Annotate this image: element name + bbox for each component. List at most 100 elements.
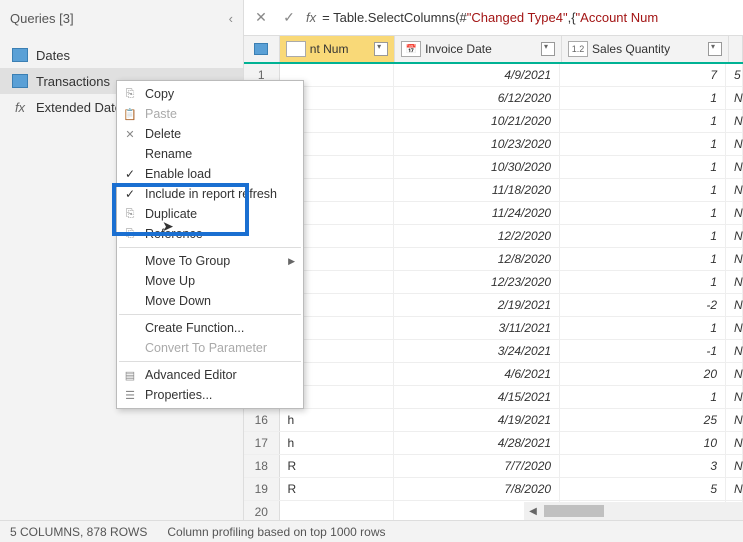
cell-invoice-date[interactable]: 4/15/2021 [394, 386, 560, 408]
menu-item-create-function[interactable]: Create Function... [117, 318, 303, 338]
cell-sales-quantity[interactable]: -1 [560, 340, 726, 362]
cell-partial[interactable]: N [726, 478, 743, 500]
cell-sales-quantity[interactable]: 1 [560, 156, 726, 178]
menu-item-advanced-editor[interactable]: ▤Advanced Editor [117, 365, 303, 385]
cell-sales-quantity[interactable]: 1 [560, 248, 726, 270]
cancel-formula-icon[interactable]: ✕ [250, 7, 272, 29]
table-row[interactable]: 12/2/20201N [244, 225, 743, 248]
table-row[interactable]: 3/24/2021-1N [244, 340, 743, 363]
type-icon[interactable]: 1.2 [568, 41, 588, 57]
cell-invoice-date[interactable]: 4/28/2021 [394, 432, 560, 454]
table-row[interactable]: 17h4/28/202110N [244, 432, 743, 455]
menu-item-move-up[interactable]: Move Up [117, 271, 303, 291]
table-row[interactable]: 4/6/202120N [244, 363, 743, 386]
cell-invoice-date[interactable]: 11/24/2020 [394, 202, 560, 224]
cell-account-num[interactable]: R [280, 455, 395, 477]
cell-partial[interactable]: N [726, 386, 743, 408]
cell-partial[interactable]: N [726, 340, 743, 362]
cell-partial[interactable]: N [726, 179, 743, 201]
scroll-left-icon[interactable]: ◀ [524, 502, 542, 520]
menu-item-rename[interactable]: Rename [117, 144, 303, 164]
menu-item-delete[interactable]: ✕Delete [117, 124, 303, 144]
cell-invoice-date[interactable]: 10/30/2020 [394, 156, 560, 178]
cell-sales-quantity[interactable]: 7 [560, 64, 726, 86]
cell-partial[interactable]: N [726, 363, 743, 385]
cell-sales-quantity[interactable]: 1 [560, 179, 726, 201]
cell-partial[interactable]: N [726, 110, 743, 132]
cell-partial[interactable]: N [726, 294, 743, 316]
cell-invoice-date[interactable]: 12/23/2020 [394, 271, 560, 293]
menu-item-duplicate[interactable]: ⎘Duplicate [117, 204, 303, 224]
filter-dropdown-icon[interactable] [541, 42, 555, 56]
formula-text[interactable]: = Table.SelectColumns(#"Changed Type4",{… [322, 10, 737, 26]
cell-partial[interactable]: N [726, 156, 743, 178]
cell-sales-quantity[interactable]: 3 [560, 455, 726, 477]
type-icon[interactable] [286, 41, 306, 57]
cell-partial[interactable]: N [726, 432, 743, 454]
row-number[interactable]: 16 [244, 409, 280, 431]
cell-invoice-date[interactable]: 3/11/2021 [394, 317, 560, 339]
table-row[interactable]: 16h4/19/202125N [244, 409, 743, 432]
column-header-account-num[interactable]: nt Num [280, 36, 395, 62]
row-number-header[interactable] [244, 36, 280, 62]
table-row[interactable]: 14/9/202175 [244, 64, 743, 87]
table-row[interactable]: 6/12/20201N [244, 87, 743, 110]
cell-invoice-date[interactable]: 4/6/2021 [394, 363, 560, 385]
table-row[interactable]: 11/24/20201N [244, 202, 743, 225]
row-number[interactable]: 17 [244, 432, 280, 454]
cell-sales-quantity[interactable]: 1 [560, 225, 726, 247]
type-icon[interactable]: 📅 [401, 41, 421, 57]
cell-account-num[interactable]: h [280, 432, 395, 454]
cell-sales-quantity[interactable]: 1 [560, 110, 726, 132]
menu-item-move-down[interactable]: Move Down [117, 291, 303, 311]
cell-invoice-date[interactable]: 4/9/2021 [394, 64, 560, 86]
menu-item-copy[interactable]: ⎘Copy [117, 84, 303, 104]
table-row[interactable]: 15h4/15/20211N [244, 386, 743, 409]
cell-partial[interactable]: N [726, 87, 743, 109]
cell-partial[interactable]: N [726, 248, 743, 270]
cell-invoice-date[interactable]: 10/23/2020 [394, 133, 560, 155]
table-row[interactable]: 18R7/7/20203N [244, 455, 743, 478]
row-number[interactable]: 18 [244, 455, 280, 477]
accept-formula-icon[interactable]: ✓ [278, 7, 300, 29]
cell-sales-quantity[interactable]: 5 [560, 478, 726, 500]
cell-partial[interactable]: N [726, 317, 743, 339]
cell-invoice-date[interactable]: 2/19/2021 [394, 294, 560, 316]
filter-dropdown-icon[interactable] [708, 42, 722, 56]
cell-invoice-date[interactable]: 7/8/2020 [394, 478, 560, 500]
table-row[interactable]: 2/19/2021-2N [244, 294, 743, 317]
column-header-sales-quantity[interactable]: 1.2 Sales Quantity [562, 36, 729, 62]
cell-partial[interactable]: N [726, 271, 743, 293]
menu-item-properties[interactable]: ☰Properties... [117, 385, 303, 405]
cell-partial[interactable]: N [726, 202, 743, 224]
cell-account-num[interactable]: h [280, 409, 395, 431]
cell-sales-quantity[interactable]: 1 [560, 133, 726, 155]
menu-item-reference[interactable]: ⎘Reference [117, 224, 303, 244]
cell-invoice-date[interactable]: 12/8/2020 [394, 248, 560, 270]
cell-invoice-date[interactable]: 4/19/2021 [394, 409, 560, 431]
query-item-dates[interactable]: Dates [0, 42, 243, 68]
cell-invoice-date[interactable]: 10/21/2020 [394, 110, 560, 132]
scroll-thumb[interactable] [544, 505, 604, 517]
horizontal-scrollbar[interactable]: ◀ [524, 502, 743, 520]
cell-sales-quantity[interactable]: -2 [560, 294, 726, 316]
collapse-icon[interactable]: ‹ [229, 11, 233, 26]
cell-sales-quantity[interactable]: 25 [560, 409, 726, 431]
table-row[interactable]: 19R7/8/20205N [244, 478, 743, 501]
cell-invoice-date[interactable]: 6/12/2020 [394, 87, 560, 109]
cell-invoice-date[interactable]: 11/18/2020 [394, 179, 560, 201]
table-row[interactable]: 10/23/20201N [244, 133, 743, 156]
cell-sales-quantity[interactable]: 1 [560, 202, 726, 224]
cell-sales-quantity[interactable]: 10 [560, 432, 726, 454]
table-row[interactable]: 12/23/20201N [244, 271, 743, 294]
table-row[interactable]: 12/8/20201N [244, 248, 743, 271]
cell-sales-quantity[interactable]: 1 [560, 386, 726, 408]
row-number[interactable]: 19 [244, 478, 280, 500]
cell-partial[interactable]: N [726, 133, 743, 155]
cell-partial[interactable]: N [726, 409, 743, 431]
cell-partial[interactable]: 5 [726, 64, 743, 86]
status-profiling[interactable]: Column profiling based on top 1000 rows [167, 525, 385, 539]
column-header-invoice-date[interactable]: 📅 Invoice Date [395, 36, 562, 62]
cell-sales-quantity[interactable]: 1 [560, 317, 726, 339]
cell-invoice-date[interactable]: 7/7/2020 [394, 455, 560, 477]
